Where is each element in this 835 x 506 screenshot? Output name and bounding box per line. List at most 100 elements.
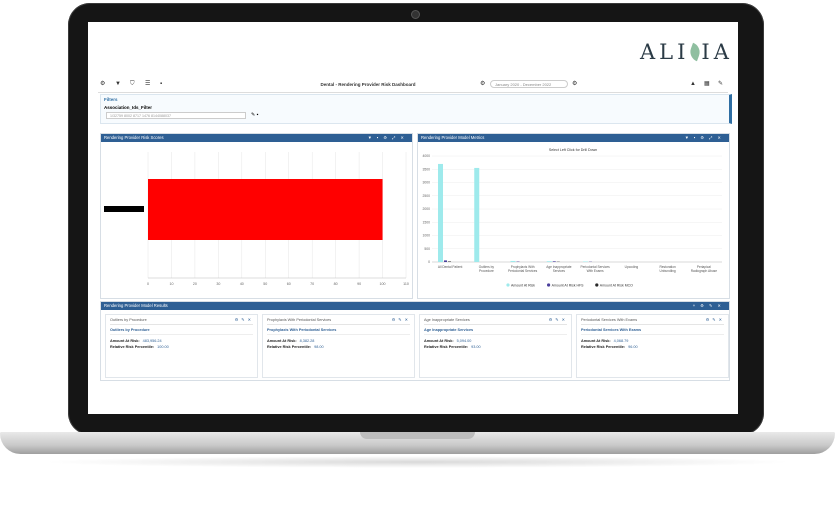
result-card[interactable]: Periodontal Services With Exams ⚙✎✕ Period…: [576, 314, 729, 378]
x-tick-label: Periodontal Services: [508, 269, 538, 273]
close-icon[interactable]: ✕: [717, 135, 726, 140]
edit-icon[interactable]: ✎: [251, 112, 255, 118]
laptop-shadow: [40, 456, 795, 468]
card-subtitle[interactable]: Prophylaxis With Periodontal Services: [267, 328, 336, 332]
y-tick-label: 3500: [422, 167, 430, 171]
x-tick-label: 0: [147, 282, 149, 286]
result-card[interactable]: Outliers by Procedure ⚙✎✕ Outliers by Proc…: [105, 314, 258, 378]
x-tick-label: 30: [216, 282, 220, 286]
filter-icon[interactable]: ▼: [115, 81, 123, 88]
apply-icon[interactable]: ⚙: [572, 81, 580, 88]
result-card[interactable]: Age Inappropriate Services ⚙✎✕ Age Inappro…: [419, 314, 572, 378]
gear-icon[interactable]: ⚙: [383, 135, 392, 140]
divider: [424, 334, 567, 335]
filter-icon[interactable]: ▼: [368, 135, 377, 140]
user-icon[interactable]: ▲: [690, 81, 698, 88]
legend-label: Amount At Risk HFS: [552, 283, 585, 287]
panel-title: Rendering Provider Risk Scores: [104, 135, 164, 140]
divider: [581, 324, 724, 325]
legend-label: Amount At Risk: [511, 283, 535, 287]
metric-bar: [583, 261, 588, 262]
camera-icon: [411, 10, 420, 19]
close-icon[interactable]: ✕: [717, 303, 726, 308]
save-icon[interactable]: ▪: [160, 81, 168, 88]
x-tick-label: All Dental Patient: [438, 265, 463, 269]
card-subtitle[interactable]: Outliers by Procedure: [110, 328, 150, 332]
legend-swatch: [595, 283, 599, 287]
provider-label-bar: [104, 206, 144, 212]
metric-bar: [474, 167, 480, 262]
close-icon[interactable]: ✕: [248, 317, 254, 322]
metric-bar: [444, 260, 447, 262]
card-title: Outliers by Procedure: [110, 318, 147, 322]
model-results-panel: Rendering Provider Model Results +⚙✎✕ Ou…: [100, 301, 730, 381]
card-subtitle[interactable]: Age Inappropriate Services: [424, 328, 473, 332]
amount-at-risk: Amount At Risk: 5,094.00: [424, 339, 472, 343]
close-icon[interactable]: ✕: [562, 317, 568, 322]
x-tick-label: 110: [403, 282, 409, 286]
metric-bar: [546, 261, 552, 262]
x-tick-label: Upcoding: [625, 265, 639, 269]
x-tick-label: 40: [240, 282, 244, 286]
x-tick-label: Unbundling: [660, 269, 676, 273]
risk-percentile: Relative Risk Percentile: 96.00: [581, 345, 638, 349]
metric-bar: [448, 261, 451, 262]
x-tick-label: 100: [380, 282, 386, 286]
x-tick-label: 70: [310, 282, 314, 286]
date-range-picker[interactable]: January 2020 - December 2022: [490, 80, 568, 88]
close-icon[interactable]: ✕: [405, 317, 411, 322]
laptop-notch: [360, 432, 475, 439]
delete-icon[interactable]: ▪: [257, 112, 259, 118]
filters-header[interactable]: Filters: [104, 97, 118, 102]
x-tick-label: Radiograph Abuse: [691, 269, 717, 273]
divider: [424, 324, 567, 325]
divider: [267, 334, 410, 335]
filter-value-input[interactable]: 1/32759 8002 8717 1476 8144088037: [106, 112, 246, 119]
grid-icon[interactable]: ▦: [704, 81, 712, 88]
layers-icon[interactable]: ☰: [145, 81, 153, 88]
risk-percentile: Relative Risk Percentile: 98.00: [267, 345, 324, 349]
y-tick-label: 2500: [422, 194, 430, 198]
x-tick-label: Procedure: [479, 269, 494, 273]
dashboard-toolbar: ⚙ ▼ ⛉ ☰ ▪ Dental - Rendering Provider Ri…: [98, 78, 728, 93]
gear-icon[interactable]: ⚙: [700, 135, 709, 140]
risk-percentile: Relative Risk Percentile: 93.00: [424, 345, 481, 349]
divider: [581, 334, 724, 335]
divider: [110, 324, 253, 325]
y-tick-label: 1500: [422, 220, 430, 224]
gear-icon[interactable]: ⚙: [100, 81, 108, 88]
close-icon[interactable]: ✕: [400, 135, 409, 140]
gear-icon[interactable]: ⚙: [700, 303, 709, 308]
card-title: Age Inappropriate Services: [424, 318, 470, 322]
settings-icon[interactable]: ⚙: [480, 81, 488, 88]
dashboard-title: Dental - Rendering Provider Risk Dashboa…: [320, 82, 416, 87]
amount-at-risk: Amount At Risk: 483,956.24: [110, 339, 162, 343]
model-metrics-panel: Rendering Provider Model Metrics ▼▪⚙⤢✕ S…: [417, 133, 730, 299]
chart-subtitle: Select Left Click for Drill Down: [549, 148, 597, 152]
model-metrics-chart[interactable]: Select Left Click for Drill Down 0 500 1000…: [418, 142, 729, 298]
result-card[interactable]: Prophylaxis With Periodontal Services ⚙✎✕…: [262, 314, 415, 378]
close-icon[interactable]: ✕: [719, 317, 725, 322]
filter-icon[interactable]: ▼: [685, 135, 694, 140]
risk-percentile: Relative Risk Percentile: 100.00: [110, 345, 169, 349]
x-tick-label: 80: [334, 282, 338, 286]
x-tick-label: 90: [357, 282, 361, 286]
card-subtitle[interactable]: Periodontal Services With Exams: [581, 328, 641, 332]
legend-label: Amount At Risk MCO: [600, 283, 633, 287]
risk-score-bar: [148, 179, 383, 240]
x-tick-label: Services: [553, 269, 566, 273]
y-tick-label: 4000: [422, 154, 430, 158]
metric-bar: [552, 261, 556, 262]
metric-bar: [510, 260, 516, 262]
x-tick-label: 20: [193, 282, 197, 286]
x-tick-label: 50: [263, 282, 267, 286]
amount-at-risk: Amount At Risk: 4,068.79: [581, 339, 629, 343]
panel-title: Rendering Provider Model Metrics: [421, 135, 485, 140]
brush-icon[interactable]: ✎: [718, 81, 726, 88]
divider: [267, 324, 410, 325]
shield-icon[interactable]: ⛉: [130, 81, 138, 88]
y-tick-label: 0: [428, 260, 430, 264]
risk-score-chart[interactable]: 0 10 20 30 40 50 60 70 80 90 100 110: [101, 142, 412, 298]
risk-scores-panel: Rendering Provider Risk Scores ▼▪⚙⤢✕ 0 10…: [100, 133, 413, 314]
y-tick-label: 500: [424, 247, 430, 251]
